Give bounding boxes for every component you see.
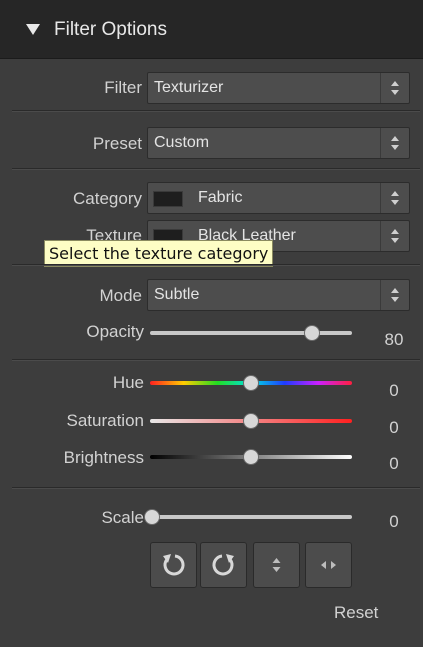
opacity-value: 80 (384, 330, 404, 349)
flip-vertical-icon (272, 558, 281, 572)
tooltip: Select the texture category (44, 240, 274, 267)
brightness-value: 0 (389, 454, 399, 473)
scale-label: Scale (101, 508, 144, 527)
flip-vertical-button[interactable] (253, 542, 300, 588)
flip-horizontal-icon (321, 561, 336, 569)
rotate-left-icon (163, 554, 185, 576)
filter-options-panel: Filter Options Filter Texturizer Preset … (0, 0, 423, 647)
divider (12, 168, 420, 170)
mode-value: Subtle (154, 286, 200, 303)
preset-label: Preset (92, 134, 142, 153)
texture-stepper-icon[interactable] (380, 221, 409, 251)
saturation-slider-thumb[interactable] (243, 413, 259, 429)
preset-value: Custom (154, 134, 210, 151)
divider (12, 264, 420, 266)
divider (12, 110, 420, 112)
panel-title: Filter Options (54, 19, 167, 40)
preset-select[interactable]: Custom (147, 127, 410, 159)
reset-button[interactable]: Reset (334, 603, 378, 623)
category-stepper-icon[interactable] (380, 183, 409, 213)
opacity-slider-track[interactable] (150, 331, 352, 335)
panel-header[interactable]: Filter Options (0, 0, 423, 59)
flip-horizontal-button[interactable] (305, 542, 352, 588)
divider (12, 359, 420, 361)
opacity-slider-thumb[interactable] (303, 325, 320, 341)
saturation-label: Saturation (66, 411, 145, 430)
collapse-triangle-icon[interactable] (26, 24, 40, 35)
filter-label: Filter (104, 78, 142, 97)
mode-label: Mode (99, 286, 142, 305)
filter-value: Texturizer (154, 79, 224, 96)
brightness-slider-thumb[interactable] (243, 449, 259, 465)
hue-slider-thumb[interactable] (243, 375, 259, 391)
hue-label: Hue (112, 373, 144, 392)
brightness-label: Brightness (63, 448, 144, 467)
scale-slider-track[interactable] (150, 515, 352, 519)
scale-slider-thumb[interactable] (144, 509, 160, 525)
opacity-label: Opacity (86, 322, 144, 341)
hue-value: 0 (389, 381, 399, 400)
mode-stepper-icon[interactable] (380, 280, 409, 310)
category-swatch-icon (153, 191, 183, 207)
divider (12, 487, 420, 489)
rotate-right-button[interactable] (200, 542, 247, 588)
rotate-right-icon (212, 554, 234, 576)
mode-select[interactable]: Subtle (147, 279, 410, 311)
saturation-value: 0 (389, 418, 399, 437)
category-value: Fabric (198, 189, 243, 206)
filter-stepper-icon[interactable] (380, 73, 409, 103)
preset-stepper-icon[interactable] (380, 128, 409, 158)
rotate-left-button[interactable] (150, 542, 197, 588)
category-select[interactable]: Fabric (147, 182, 410, 214)
scale-value: 0 (389, 512, 399, 531)
filter-select[interactable]: Texturizer (147, 72, 410, 104)
category-label: Category (73, 189, 142, 208)
